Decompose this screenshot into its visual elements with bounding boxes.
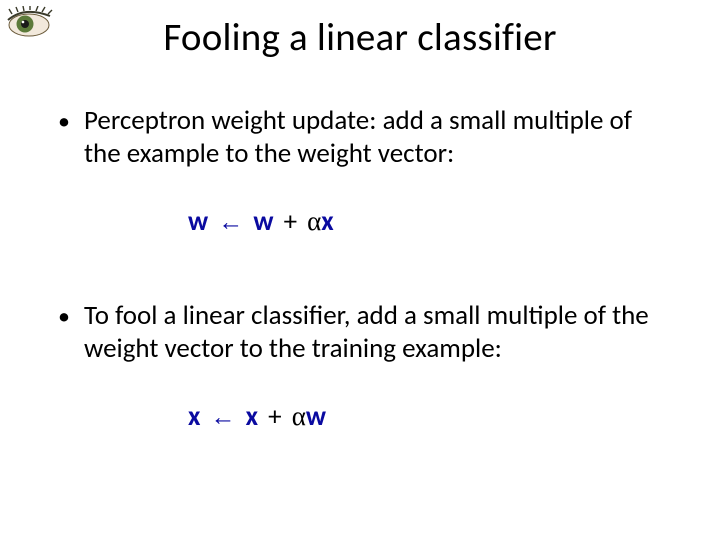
eq-symbol: x [246, 400, 258, 433]
plus-icon: + [284, 205, 297, 238]
eq-symbol: w [188, 205, 208, 238]
bullet-text: Perceptron weight update: add a small mu… [84, 105, 668, 171]
bullet-item: • Perceptron weight update: add a small … [58, 105, 668, 171]
slide-body: • Perceptron weight update: add a small … [58, 105, 668, 433]
slide: Fooling a linear classifier • Perceptron… [0, 0, 720, 540]
slide-title: Fooling a linear classifier [0, 14, 720, 61]
alpha-symbol: α [307, 206, 321, 236]
eq-symbol: w [253, 205, 273, 238]
eq-symbol: x [321, 205, 333, 238]
bullet-dot-icon: • [58, 300, 84, 366]
left-arrow-icon: ← [218, 208, 243, 236]
left-arrow-icon: ← [211, 403, 236, 431]
plus-icon: + [268, 400, 281, 433]
bullet-item: • To fool a linear classifier, add a sma… [58, 300, 668, 366]
alpha-symbol: α [292, 401, 306, 431]
bullet-text: To fool a linear classifier, add a small… [84, 300, 668, 366]
equation-fooling: x ← x + αw [188, 400, 668, 433]
eq-symbol: x [188, 400, 200, 433]
eq-symbol: w [306, 400, 326, 433]
bullet-dot-icon: • [58, 105, 84, 171]
equation-perceptron-update: w ← w + αx [188, 205, 668, 238]
